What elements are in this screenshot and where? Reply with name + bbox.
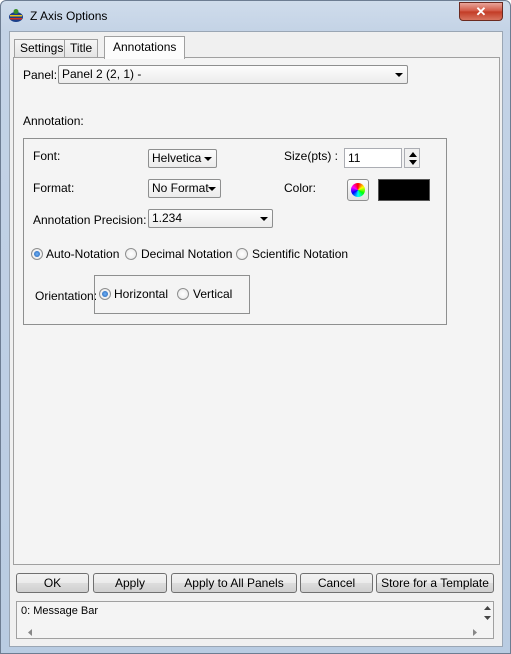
auto-notation-label[interactable]: Auto-Notation — [46, 247, 119, 261]
chevron-down-icon — [260, 217, 268, 221]
window-title: Z Axis Options — [30, 9, 108, 23]
font-select[interactable]: Helvetica — [148, 149, 217, 168]
format-select-value: No Format — [152, 181, 209, 195]
color-wheel-icon — [351, 183, 365, 197]
close-icon: ✕ — [475, 4, 487, 19]
chevron-down-icon — [395, 73, 403, 77]
precision-select[interactable]: 1.234 — [148, 209, 273, 228]
close-button[interactable]: ✕ — [459, 2, 503, 21]
tab-label: Settings — [20, 41, 64, 55]
font-label: Font: — [33, 149, 61, 163]
message-bar-text: 0: Message Bar — [21, 605, 99, 617]
apply-all-panels-button[interactable]: Apply to All Panels — [171, 573, 297, 593]
ok-button-label: OK — [43, 576, 62, 590]
color-swatch[interactable] — [378, 179, 430, 201]
annotation-section-label: Annotation: — [23, 114, 84, 128]
scientific-notation-radio[interactable] — [236, 248, 248, 260]
decimal-notation-label[interactable]: Decimal Notation — [141, 247, 232, 261]
panel-label: Panel: — [23, 68, 58, 82]
dialog-window: Z Axis Options ✕ Settings Title Annotati… — [0, 0, 511, 654]
chevron-down-icon — [208, 187, 216, 191]
store-template-label: Store for a Template — [381, 576, 489, 590]
precision-select-value: 1.234 — [152, 211, 183, 225]
panel-select[interactable]: Panel 2 (2, 1) - — [58, 65, 408, 84]
ok-button[interactable]: OK — [16, 573, 89, 593]
scroll-left-icon[interactable] — [27, 628, 33, 637]
panel-select-value: Panel 2 (2, 1) - — [62, 67, 142, 81]
spin-down-icon[interactable] — [409, 160, 417, 165]
color-picker-button[interactable] — [347, 179, 369, 201]
scroll-right-icon[interactable] — [472, 628, 478, 637]
precision-label: Annotation Precision: — [33, 213, 147, 227]
size-label: Size(pts) : — [284, 149, 339, 163]
scroll-vertical-icon[interactable] — [483, 605, 492, 621]
store-template-button[interactable]: Store for a Template — [376, 573, 494, 593]
horizontal-radio[interactable] — [99, 288, 111, 300]
chevron-down-icon — [204, 157, 212, 161]
auto-notation-radio[interactable] — [31, 248, 43, 260]
orientation-label: Orientation: — [35, 289, 98, 303]
app-icon — [9, 9, 23, 22]
title-bar: Z Axis Options ✕ — [1, 1, 510, 31]
orientation-group: Horizontal Vertical — [94, 275, 250, 314]
cancel-button[interactable]: Cancel — [300, 573, 373, 593]
font-select-value: Helvetica — [152, 151, 202, 165]
tab-annotations[interactable]: Annotations — [104, 36, 186, 59]
spin-up-icon[interactable] — [409, 152, 417, 157]
tab-label: Title — [70, 41, 93, 55]
decimal-notation-radio[interactable] — [125, 248, 137, 260]
annotation-group: Font: Helvetica Size(pts) : 11 Format: N… — [23, 138, 447, 325]
tab-label: Annotations — [113, 40, 177, 54]
scientific-notation-label[interactable]: Scientific Notation — [252, 247, 348, 261]
vertical-label[interactable]: Vertical — [193, 287, 232, 301]
dialog-body: Settings Title Annotations Panel: Panel … — [9, 31, 503, 647]
apply-all-panels-label: Apply to All Panels — [184, 576, 284, 590]
apply-button-label: Apply — [114, 576, 146, 590]
vertical-radio[interactable] — [177, 288, 189, 300]
tab-settings[interactable]: Settings — [14, 39, 70, 58]
tab-title[interactable]: Title — [64, 39, 99, 58]
size-input[interactable]: 11 — [344, 148, 402, 168]
format-select[interactable]: No Format — [148, 179, 221, 198]
annotations-panel: Panel: Panel 2 (2, 1) - Annotation: Font… — [13, 57, 500, 565]
format-label: Format: — [33, 181, 75, 195]
apply-button[interactable]: Apply — [93, 573, 167, 593]
size-spinner[interactable] — [404, 148, 420, 168]
horizontal-label[interactable]: Horizontal — [114, 287, 168, 301]
message-bar: 0: Message Bar — [16, 601, 494, 639]
cancel-button-label: Cancel — [317, 576, 356, 590]
color-label: Color: — [284, 181, 317, 195]
size-input-value: 11 — [348, 151, 361, 165]
